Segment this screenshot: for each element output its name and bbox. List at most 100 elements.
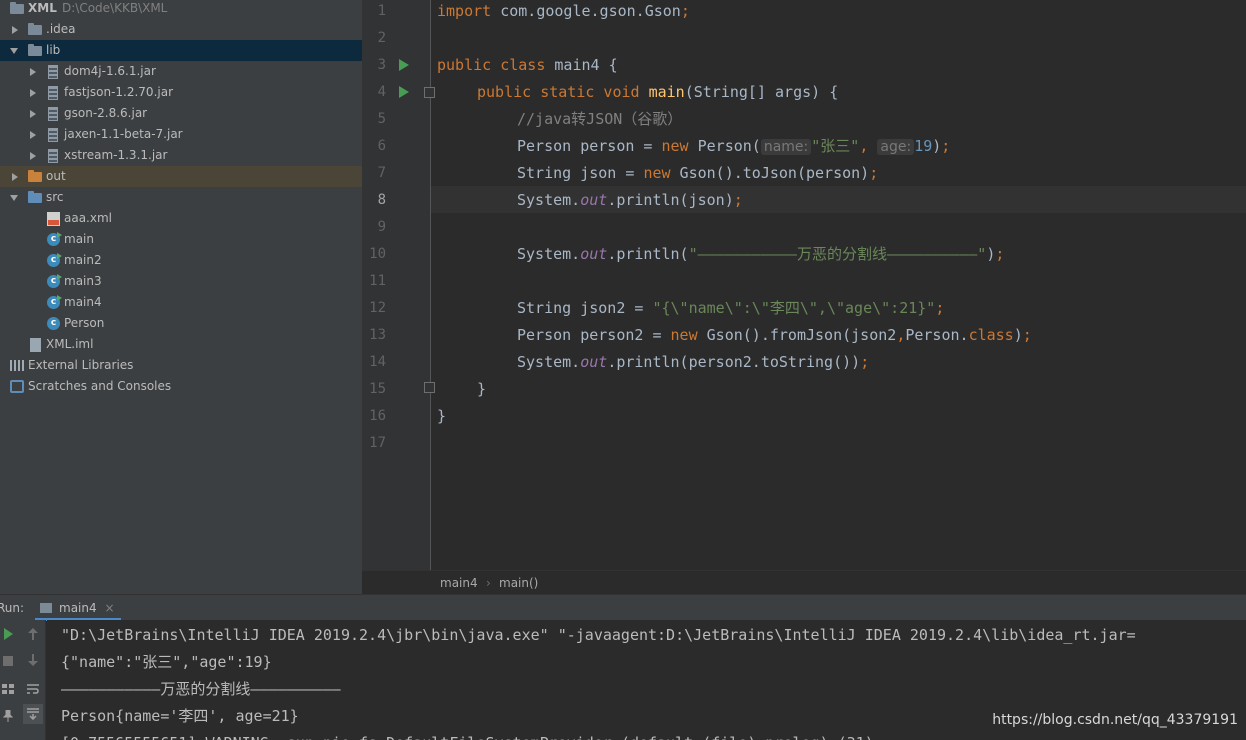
- close-icon[interactable]: ×: [104, 601, 114, 615]
- expand-arrow-icon[interactable]: [30, 89, 36, 97]
- breadcrumb-method[interactable]: main(): [499, 571, 538, 595]
- run-toolbar: [0, 620, 20, 740]
- param-hint-age: age:: [877, 139, 915, 155]
- line-number: 1: [377, 3, 386, 19]
- code-line-7: String json = new Gson().toJson(person);: [517, 164, 879, 182]
- collapse-arrow-icon[interactable]: [10, 48, 18, 54]
- console-line: ———————————万恶的分割线——————————: [61, 680, 341, 698]
- soft-wrap-icon[interactable]: [25, 682, 41, 698]
- stop-icon[interactable]: [0, 654, 16, 670]
- tree-item-class[interactable]: c main: [0, 229, 362, 250]
- expand-arrow-icon[interactable]: [30, 110, 36, 118]
- folder-icon: [28, 44, 42, 56]
- param-hint-name: name:: [760, 139, 812, 155]
- tree-item-class[interactable]: c main4: [0, 292, 362, 313]
- collapse-arrow-icon[interactable]: [10, 195, 18, 201]
- tree-item-out[interactable]: out: [0, 166, 362, 187]
- watermark: https://blog.csdn.net/qq_43379191: [992, 712, 1238, 728]
- tree-item-label: src: [46, 190, 64, 204]
- up-arrow-icon[interactable]: [25, 628, 41, 644]
- code-line-4: public static void main(String[] args) {: [477, 83, 839, 101]
- line-number: 16: [369, 408, 386, 424]
- tree-item-src[interactable]: src: [0, 187, 362, 208]
- tree-item-label: XML.iml: [46, 337, 94, 351]
- tree-item-scratches[interactable]: Scratches and Consoles: [0, 376, 362, 397]
- console-icon: [40, 603, 52, 613]
- console-line: {"name":"张三","age":19}: [61, 653, 272, 671]
- tree-item-class[interactable]: c Person: [0, 313, 362, 334]
- line-number: 13: [369, 327, 386, 343]
- java-class-icon: c: [47, 232, 62, 246]
- jar-icon: [48, 128, 58, 142]
- line-number: 4: [377, 84, 386, 100]
- tree-root-label: XML: [28, 1, 57, 15]
- tree-item-label: main: [64, 232, 94, 246]
- tree-item-jar[interactable]: dom4j-1.6.1.jar: [0, 61, 362, 82]
- pin-icon[interactable]: [0, 709, 16, 726]
- run-tab-main4[interactable]: main4 ×: [35, 595, 121, 621]
- line-number: 2: [377, 30, 386, 46]
- breadcrumb: main4 › main(): [362, 570, 1246, 594]
- down-arrow-icon[interactable]: [25, 654, 41, 670]
- fold-icon[interactable]: [424, 87, 435, 98]
- code-line-12: String json2 = "{\"name\":\"李四\",\"age\"…: [517, 299, 945, 317]
- project-tree: XML D:\Code\KKB\XML .idea lib dom4j-1.6.…: [0, 0, 362, 594]
- run-class-icon[interactable]: [399, 59, 409, 71]
- tree-item-iml[interactable]: XML.iml: [0, 334, 362, 355]
- tree-item-jar[interactable]: jaxen-1.1-beta-7.jar: [0, 124, 362, 145]
- folder-icon: [28, 23, 42, 35]
- tree-item-external-libraries[interactable]: External Libraries: [0, 355, 362, 376]
- xml-file-icon: [47, 212, 60, 226]
- run-tool-window-header: Run: main4 ×: [0, 594, 1246, 621]
- tree-item-label: out: [46, 169, 66, 183]
- scroll-to-end-icon[interactable]: [23, 704, 43, 724]
- tree-root-path: D:\Code\KKB\XML: [62, 1, 168, 15]
- rerun-icon[interactable]: [0, 628, 16, 644]
- tree-item-lib[interactable]: lib: [0, 40, 362, 61]
- tree-item-label: jaxen-1.1-beta-7.jar: [64, 127, 183, 141]
- tree-item-xml-file[interactable]: aaa.xml: [0, 208, 362, 229]
- tree-item-idea[interactable]: .idea: [0, 19, 362, 40]
- breadcrumb-class[interactable]: main4: [440, 571, 478, 595]
- libraries-icon: [10, 360, 24, 371]
- breadcrumb-separator: ›: [486, 576, 491, 590]
- run-method-icon[interactable]: [399, 86, 409, 98]
- run-panel-label: Run:: [0, 601, 25, 615]
- tree-item-class[interactable]: c main2: [0, 250, 362, 271]
- tree-item-jar[interactable]: fastjson-1.2.70.jar: [0, 82, 362, 103]
- layout-icon[interactable]: [0, 682, 16, 698]
- folder-icon: [28, 191, 42, 203]
- fold-icon[interactable]: [424, 382, 435, 393]
- expand-arrow-icon[interactable]: [30, 152, 36, 160]
- tree-item-label: External Libraries: [28, 358, 134, 372]
- line-number: 10: [369, 246, 386, 262]
- expand-arrow-icon[interactable]: [12, 173, 18, 181]
- code-line-5: //java转JSON（谷歌）: [517, 110, 683, 128]
- line-number: 14: [369, 354, 386, 370]
- tree-item-label: .idea: [46, 22, 76, 36]
- tree-item-label: aaa.xml: [64, 211, 112, 225]
- tree-item-label: xstream-1.3.1.jar: [64, 148, 168, 162]
- module-file-icon: [30, 338, 41, 352]
- code-line-8: System.out.println(json);: [517, 191, 743, 209]
- code-line-13: Person person2 = new Gson().fromJson(jso…: [517, 326, 1032, 344]
- java-class-icon: c: [47, 253, 62, 267]
- tree-root[interactable]: XML D:\Code\KKB\XML: [0, 0, 362, 19]
- line-number: 6: [377, 138, 386, 154]
- jar-icon: [48, 65, 58, 79]
- expand-arrow-icon[interactable]: [30, 68, 36, 76]
- line-number: 9: [377, 219, 386, 235]
- tree-item-label: lib: [46, 43, 61, 57]
- tree-item-class[interactable]: c main3: [0, 271, 362, 292]
- expand-arrow-icon[interactable]: [30, 131, 36, 139]
- tree-item-jar[interactable]: xstream-1.3.1.jar: [0, 145, 362, 166]
- jar-icon: [48, 107, 58, 121]
- expand-arrow-icon[interactable]: [12, 26, 18, 34]
- tree-item-jar[interactable]: gson-2.8.6.jar: [0, 103, 362, 124]
- tree-item-label: main4: [64, 295, 102, 309]
- code-line-1: import com.google.gson.Gson;: [437, 2, 690, 20]
- line-number: 17: [369, 435, 386, 451]
- line-number: 11: [369, 273, 386, 289]
- line-number: 5: [377, 111, 386, 127]
- tree-item-label: main3: [64, 274, 102, 288]
